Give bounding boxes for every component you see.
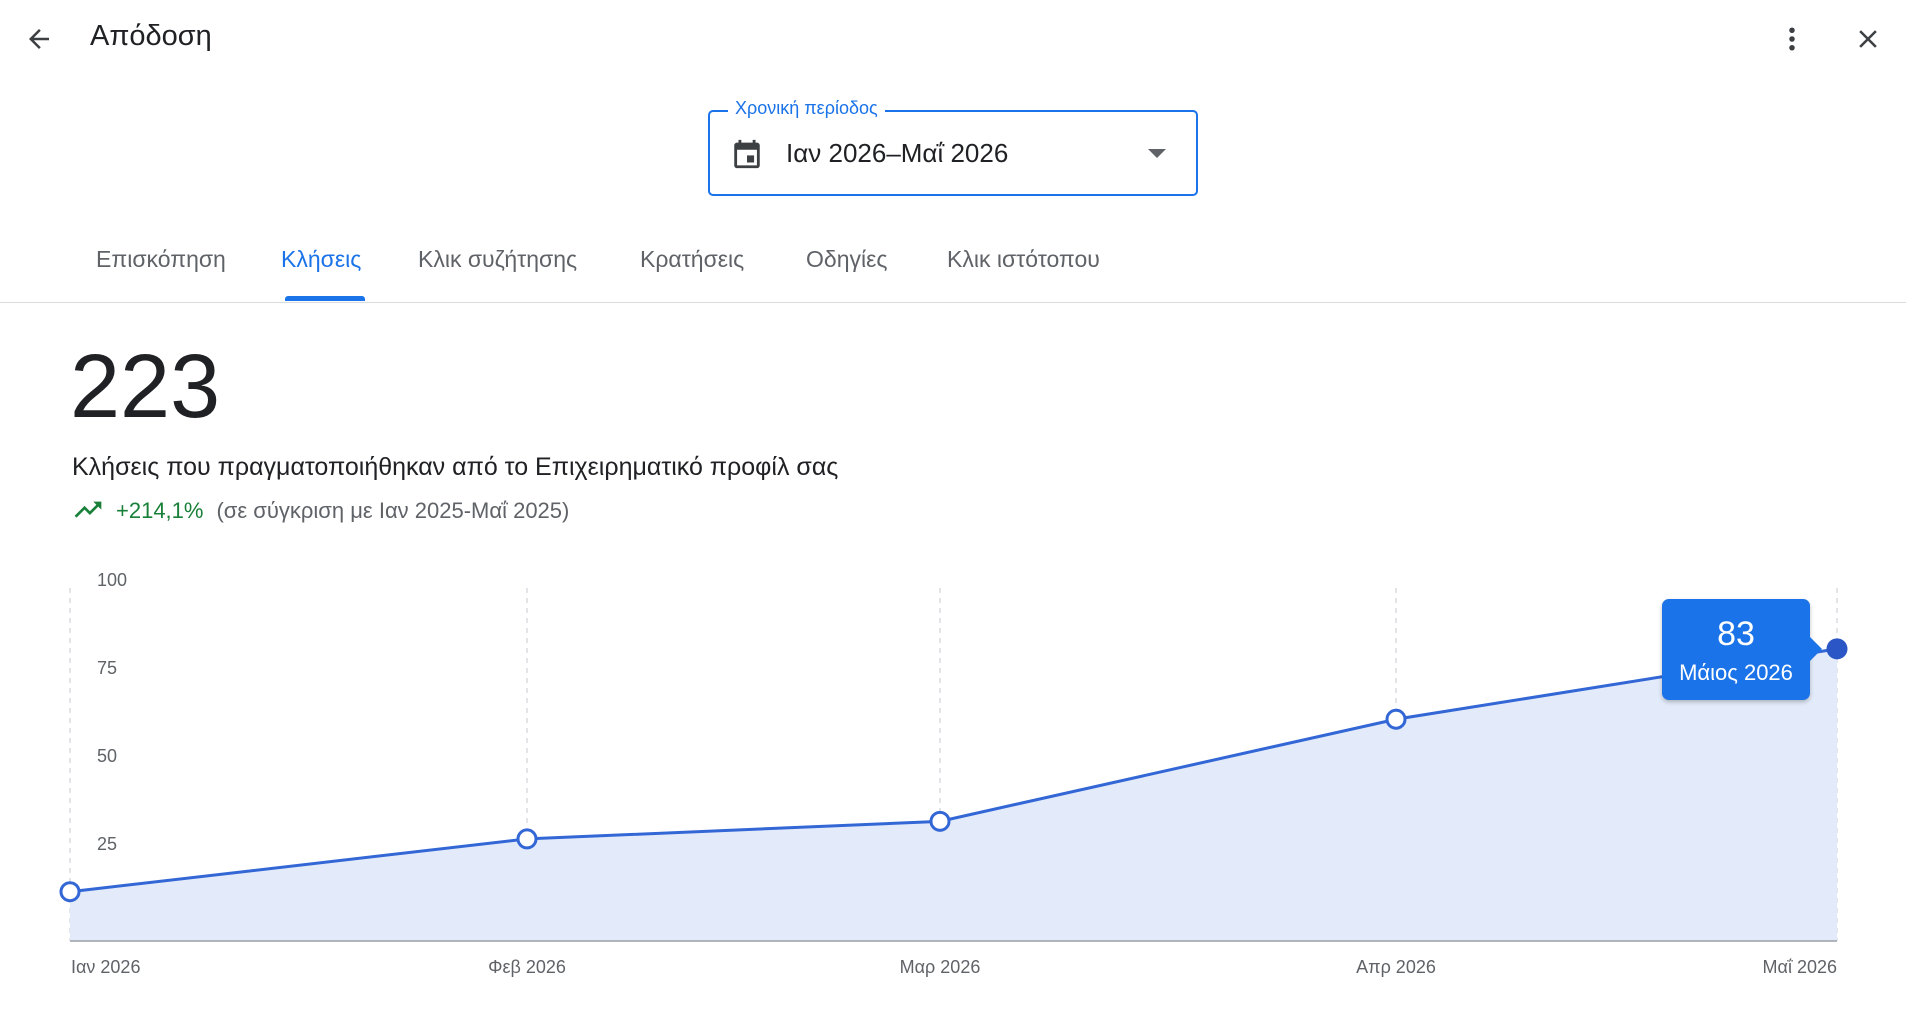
data-point [1385, 708, 1407, 730]
calls-line-chart: 25 50 75 100 Ιαν 2026 Φεβ 2026 Μαρ 2026 Απρ 202… [59, 570, 1848, 977]
data-point [516, 828, 538, 850]
tab-directions[interactable]: Οδηγίες [806, 246, 887, 273]
close-button[interactable] [1844, 15, 1892, 63]
arrow-back-icon [29, 29, 49, 49]
tab-overview[interactable]: Επισκόπηση [96, 246, 226, 273]
time-period-label: Χρονική περίοδος [728, 98, 885, 119]
tab-bookings[interactable]: Κρατήσεις [640, 246, 744, 273]
back-button[interactable] [15, 15, 63, 63]
time-period-value: Ιαν 2026–Μαΐ 2026 [786, 138, 1009, 168]
data-point [59, 881, 81, 903]
selected-data-point [1826, 638, 1848, 660]
x-tick-label: Φεβ 2026 [488, 957, 566, 977]
trending-up-icon [74, 501, 102, 518]
y-tick-label: 25 [97, 834, 117, 854]
trend-percentage: +214,1% [116, 498, 204, 523]
tab-chat-clicks[interactable]: Κλικ συζήτησης [418, 246, 577, 273]
tab-website-clicks[interactable]: Κλικ ιστότοπου [947, 246, 1100, 273]
metric-description: Κλήσεις που πραγματοποιήθηκαν από το Επι… [72, 453, 839, 481]
trend-comparison: (σε σύγκριση με Ιαν 2025-Μαΐ 2025) [216, 498, 570, 523]
y-tick-label: 75 [97, 658, 117, 678]
page-title: Απόδοση [90, 20, 212, 52]
trend-row: +214,1% (σε σύγκριση με Ιαν 2025-Μαΐ 202… [72, 496, 569, 526]
tooltip-label: Μάιος 2026 [1679, 660, 1793, 685]
more-vert-icon [1789, 27, 1795, 51]
time-period-select[interactable]: Χρονική περίοδος Ιαν 2026–Μαΐ 2026 [708, 98, 1198, 196]
close-icon [1859, 30, 1877, 48]
more-options-button[interactable] [1768, 15, 1816, 63]
calendar-icon [734, 139, 760, 169]
metric-tabs: Επισκόπηση Κλήσεις Κλικ συζήτησης Κρατήσ… [0, 232, 1906, 303]
dropdown-arrow-icon [1148, 149, 1166, 158]
x-tick-label: Μαΐ 2026 [1763, 957, 1837, 977]
tab-calls[interactable]: Κλήσεις [281, 246, 361, 273]
top-app-bar: Απόδοση [0, 0, 1906, 80]
chart-tooltip: 83 Μάιος 2026 [1662, 599, 1822, 700]
total-calls-value: 223 [70, 337, 221, 437]
data-point [929, 810, 951, 832]
y-tick-label: 100 [97, 570, 127, 590]
y-tick-label: 50 [97, 746, 117, 766]
x-tick-label: Ιαν 2026 [71, 957, 140, 977]
tooltip-value: 83 [1717, 615, 1755, 653]
x-tick-label: Μαρ 2026 [900, 957, 981, 977]
active-tab-indicator [285, 296, 365, 301]
x-tick-label: Απρ 2026 [1356, 957, 1436, 977]
